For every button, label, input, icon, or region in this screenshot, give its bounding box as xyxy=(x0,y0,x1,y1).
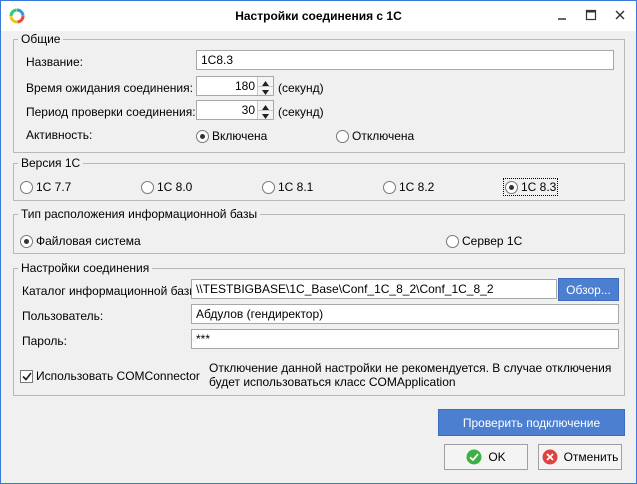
minimize-icon xyxy=(556,9,568,24)
version-radio-83[interactable]: 1С 8.3 xyxy=(502,178,559,196)
location-group: Тип расположения информационной базы Фай… xyxy=(13,207,625,254)
radio-checked-icon xyxy=(20,234,33,248)
title-bar: Настройки соединения с 1С xyxy=(1,1,636,31)
version-radio-80[interactable]: 1С 8.0 xyxy=(141,180,192,194)
radio-unchecked-icon xyxy=(262,180,275,194)
general-group: Общие Название: 1C8.3 Время ожидания сое… xyxy=(13,32,625,153)
cancel-label: Отменить xyxy=(563,450,619,464)
window-title: Настройки соединения с 1С xyxy=(235,9,402,23)
user-field[interactable]: Абдулов (гендиректор) xyxy=(191,304,619,324)
name-label: Название: xyxy=(26,55,83,69)
version-label-77: 1С 7.7 xyxy=(36,180,72,194)
browse-button[interactable]: Обзор... xyxy=(558,278,619,301)
close-button[interactable] xyxy=(611,7,629,25)
name-field[interactable]: 1C8.3 xyxy=(196,50,614,70)
cancel-x-icon xyxy=(542,449,558,465)
com-hint-line2: будет использоваться класс COMApplicatio… xyxy=(209,375,456,389)
com-hint-line1: Отключение данной настройки не рекоменду… xyxy=(209,361,612,375)
ok-check-icon xyxy=(466,449,482,465)
chevron-down-icon xyxy=(262,84,269,98)
version-group: Версия 1С 1С 7.7 1С 8.0 1С 8.1 1С 8.2 1С… xyxy=(13,156,625,201)
com-connector-label: Использовать COMConnector xyxy=(36,369,200,383)
checkmark-icon xyxy=(20,369,33,383)
version-radio-77[interactable]: 1С 7.7 xyxy=(20,180,71,194)
connection-group: Настройки соединения Каталог информацион… xyxy=(13,261,625,396)
radio-unchecked-icon xyxy=(383,180,396,194)
radio-unchecked-icon xyxy=(446,234,459,248)
version-label-80: 1С 8.0 xyxy=(157,180,193,194)
activity-off-radio[interactable]: Отключена xyxy=(336,129,414,143)
ok-button[interactable]: OK xyxy=(444,444,528,470)
version-label-81: 1С 8.1 xyxy=(278,180,314,194)
minimize-button[interactable] xyxy=(553,7,571,25)
file-system-radio[interactable]: Файловая система xyxy=(20,234,141,248)
general-legend: Общие xyxy=(18,32,64,46)
user-label: Пользователь: xyxy=(22,309,104,323)
check-period-label: Период проверки соединения: xyxy=(26,105,196,119)
ok-label: OK xyxy=(488,450,506,464)
version-label-82: 1С 8.2 xyxy=(399,180,435,194)
radio-unchecked-icon xyxy=(20,180,33,194)
maximize-button[interactable] xyxy=(582,7,600,25)
timeout-unit: (секунд) xyxy=(278,81,324,95)
check-period-value: 30 xyxy=(241,103,255,117)
test-connection-button[interactable]: Проверить подключение xyxy=(438,409,625,436)
radio-checked-icon xyxy=(196,129,209,143)
com-connector-checkbox[interactable]: Использовать COMConnector xyxy=(20,369,200,383)
activity-on-radio[interactable]: Включена xyxy=(196,129,267,143)
check-period-unit: (секунд) xyxy=(278,105,324,119)
timeout-down-button[interactable] xyxy=(258,86,273,95)
close-icon xyxy=(614,9,626,24)
connection-legend: Настройки соединения xyxy=(18,261,153,275)
catalog-label: Каталог информационной базы: xyxy=(22,284,202,298)
activity-label: Активность: xyxy=(26,128,93,142)
file-system-label: Файловая система xyxy=(36,234,141,248)
timeout-label: Время ожидания соединения: xyxy=(26,81,193,95)
version-legend: Версия 1С xyxy=(18,156,84,170)
timeout-value: 180 xyxy=(234,79,255,93)
location-legend: Тип расположения информационной базы xyxy=(18,207,261,221)
radio-unchecked-icon xyxy=(336,129,349,143)
chevron-down-icon xyxy=(262,108,269,122)
com-hint-text: Отключение данной настройки не рекоменду… xyxy=(209,361,611,389)
radio-unchecked-icon xyxy=(141,180,154,194)
check-period-spinner[interactable]: 30 xyxy=(196,100,274,120)
check-period-down-button[interactable] xyxy=(258,110,273,119)
version-radio-81[interactable]: 1С 8.1 xyxy=(262,180,313,194)
password-label: Пароль: xyxy=(22,334,67,348)
version-label-83: 1С 8.3 xyxy=(521,180,557,194)
radio-checked-icon xyxy=(505,180,518,194)
server-radio[interactable]: Сервер 1С xyxy=(446,234,522,248)
settings-dialog: Настройки соединения с 1С Общие Название… xyxy=(0,0,637,484)
password-field[interactable]: *** xyxy=(191,329,619,349)
activity-on-label: Включена xyxy=(212,129,268,143)
catalog-field[interactable]: \\TESTBIGBASE\1C_Base\Conf_1C_8_2\Conf_1… xyxy=(191,279,557,299)
timeout-spinner[interactable]: 180 xyxy=(196,76,274,96)
activity-off-label: Отключена xyxy=(352,129,415,143)
server-label: Сервер 1С xyxy=(462,234,523,248)
version-radio-82[interactable]: 1С 8.2 xyxy=(383,180,434,194)
cancel-button[interactable]: Отменить xyxy=(538,444,622,470)
maximize-icon xyxy=(585,9,597,24)
